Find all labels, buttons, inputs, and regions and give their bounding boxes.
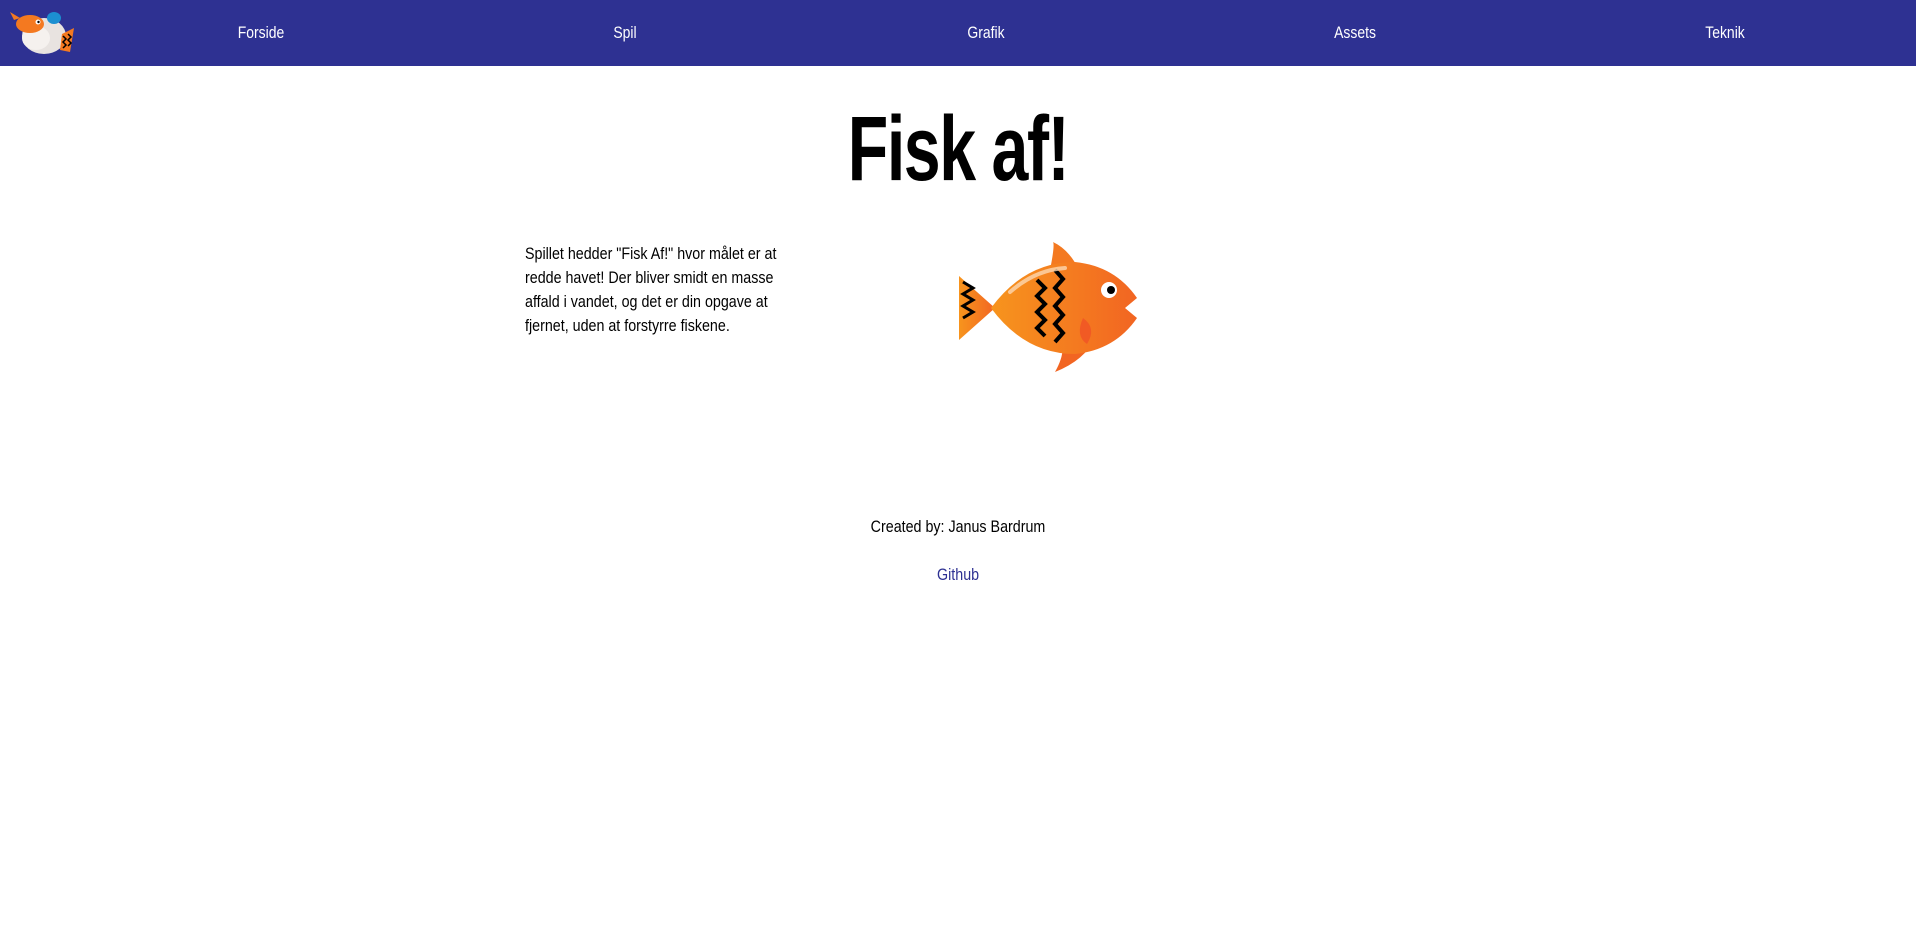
nav-link-assets[interactable]: Assets	[1334, 0, 1376, 66]
intro-text: Spillet hedder "Fisk Af!" hvor målet er …	[525, 244, 777, 335]
credit-text: Created by: Janus Bardrum	[870, 517, 1046, 536]
github-link-wrapper: Github	[0, 562, 1916, 588]
github-link[interactable]: Github	[937, 562, 979, 588]
nav-link-grafik[interactable]: Grafik	[967, 0, 1004, 66]
nav-link-teknik[interactable]: Teknik	[1705, 0, 1745, 66]
fish-logo-icon[interactable]	[8, 6, 76, 58]
nav-link-spil[interactable]: Spil	[613, 0, 636, 66]
orange-fish-icon	[955, 240, 1145, 375]
top-navbar: Forside Spil Grafik Assets Teknik	[0, 0, 1916, 66]
page-title: Fisk af!	[847, 98, 1070, 200]
nav-link-forside[interactable]: Forside	[238, 0, 284, 66]
